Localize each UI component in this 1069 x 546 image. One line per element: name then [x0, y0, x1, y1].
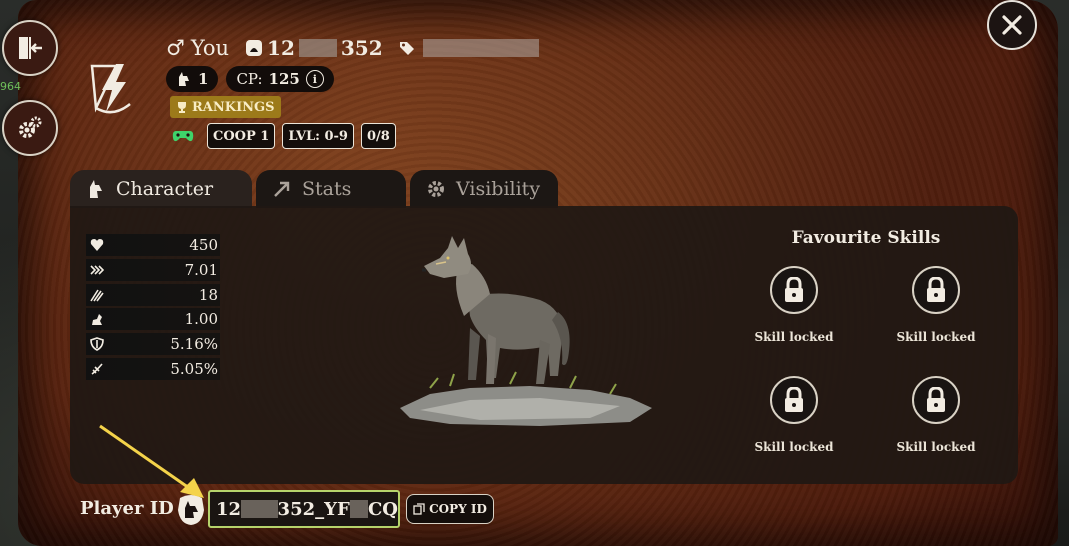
coop-slots: 0/8: [360, 123, 396, 149]
gears-icon: [19, 116, 42, 138]
tab-character[interactable]: Character: [70, 170, 252, 208]
tab-stats[interactable]: Stats: [256, 170, 406, 208]
male-gender-icon: ♂: [166, 36, 185, 60]
profile-tabs: Character Stats Visibility: [70, 170, 558, 208]
skill-slot[interactable]: Skill locked: [749, 266, 839, 344]
skill-locked-label: Skill locked: [896, 440, 976, 454]
stat-attack: 18: [86, 283, 220, 306]
speed-icon: [90, 265, 104, 275]
stat-health-value: 450: [189, 236, 218, 254]
side-counter: 964: [0, 80, 21, 93]
header-id-prefix: 12: [267, 36, 295, 60]
coop-mode: COOP 1: [207, 123, 276, 149]
redacted-id: [298, 39, 337, 57]
stamina-icon: [92, 314, 102, 326]
stat-speed-value: 7.01: [184, 260, 218, 279]
redacted-tag: [422, 39, 539, 57]
arrow-up-right-icon: [274, 181, 290, 197]
redacted-id: [241, 500, 278, 518]
exit-button[interactable]: [2, 20, 58, 76]
stat-health: 450: [86, 234, 220, 256]
shield-icon: [90, 337, 104, 352]
header-player-id: 12 352: [245, 36, 383, 60]
stats-list: 450 7.01 18 1.00 5.16% 5.05%: [86, 234, 220, 383]
lightning-shield-icon: [90, 64, 131, 114]
close-icon: [1002, 15, 1022, 35]
stat-critical: 5.05%: [86, 357, 220, 380]
redacted-id: [349, 500, 368, 518]
tab-character-label: Character: [116, 178, 214, 200]
skill-locked-label: Skill locked: [754, 440, 834, 454]
level-count: 1: [198, 70, 209, 88]
player-name: You: [190, 36, 230, 60]
stat-defense-value: 5.16%: [170, 335, 218, 354]
player-id-part2: 352_YF: [277, 498, 350, 520]
stat-stamina-value: 1.00: [184, 310, 218, 329]
header-id-suffix: 352: [340, 36, 383, 60]
close-button[interactable]: [987, 0, 1037, 50]
lock-icon: [912, 376, 960, 424]
player-id-part1: 12: [216, 498, 242, 520]
claw-icon: [90, 289, 104, 302]
lock-icon: [770, 266, 818, 314]
critical-icon: [91, 363, 103, 375]
heart-icon: [90, 239, 104, 251]
wolf-head-icon: [179, 72, 189, 86]
cp-label: CP:: [236, 70, 263, 88]
player-id-part3: CQ: [367, 498, 398, 520]
wolf-head-icon: [90, 180, 102, 198]
gamepad-icon: [172, 131, 194, 142]
coop-info: COOP 1 LVL: 0-9 0/8: [172, 123, 396, 149]
tab-visibility-label: Visibility: [456, 178, 541, 200]
settings-button[interactable]: [2, 100, 58, 156]
lock-icon: [912, 266, 960, 314]
gear-icon: [428, 181, 444, 197]
skill-locked-label: Skill locked: [896, 330, 976, 344]
tag-icon: [399, 42, 414, 55]
rankings-button[interactable]: RANKINGS: [170, 96, 281, 118]
stat-critical-value: 5.05%: [170, 359, 218, 378]
favourite-skills-title: Favourite Skills: [791, 228, 941, 248]
copy-icon: [413, 503, 425, 515]
stat-speed: 7.01: [86, 258, 220, 281]
annotation-arrow: [99, 424, 204, 498]
wolf-model: [400, 236, 652, 426]
skill-locked-label: Skill locked: [754, 330, 834, 344]
stat-attack-value: 18: [198, 285, 218, 304]
stat-stamina: 1.00: [86, 308, 220, 331]
player-badges: 1 CP: 125 i: [166, 66, 334, 92]
copy-id-label: COPY ID: [429, 502, 487, 516]
trophy-icon: [178, 102, 186, 113]
skill-slot[interactable]: Skill locked: [891, 376, 981, 454]
copy-id-button[interactable]: COPY ID: [406, 494, 494, 524]
cp-pill[interactable]: CP: 125 i: [226, 66, 334, 92]
skill-slot[interactable]: Skill locked: [891, 266, 981, 344]
exit-door-icon: [19, 37, 42, 59]
tab-visibility[interactable]: Visibility: [410, 170, 558, 208]
skill-slot[interactable]: Skill locked: [749, 376, 839, 454]
rankings-label: RANKINGS: [192, 99, 275, 115]
coop-level-range: LVL: 0-9: [282, 123, 354, 149]
stat-defense: 5.16%: [86, 333, 220, 356]
player-id-field[interactable]: 12 352_YF CQ: [208, 490, 400, 528]
paw-badge-icon: [246, 40, 263, 56]
level-pill: 1: [166, 66, 219, 92]
player-header: ♂ You 12 352: [166, 34, 539, 62]
info-icon[interactable]: i: [305, 70, 324, 88]
cp-value: 125: [268, 70, 300, 88]
lock-icon: [770, 376, 818, 424]
tab-stats-label: Stats: [302, 178, 352, 200]
